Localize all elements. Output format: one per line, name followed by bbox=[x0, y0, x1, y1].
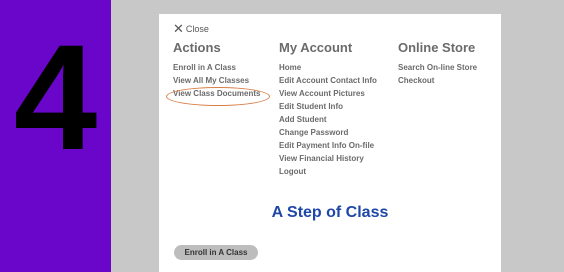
menu-item-edit-account-contact-info[interactable]: Edit Account Contact Info bbox=[279, 74, 377, 87]
menu-item-change-password[interactable]: Change Password bbox=[279, 126, 377, 139]
close-button[interactable]: ✕ Close bbox=[173, 21, 209, 36]
background-strip bbox=[111, 0, 564, 9]
menu-item-home[interactable]: Home bbox=[279, 61, 377, 74]
close-icon: ✕ bbox=[173, 21, 184, 36]
actions-heading: Actions bbox=[173, 40, 221, 55]
my-account-heading: My Account bbox=[279, 40, 353, 55]
menu-item-add-student[interactable]: Add Student bbox=[279, 113, 377, 126]
close-label: Close bbox=[185, 24, 209, 34]
menu-item-view-class-documents[interactable]: View Class Documents bbox=[173, 87, 260, 100]
menu-item-checkout[interactable]: Checkout bbox=[398, 74, 477, 87]
actions-column: Actions Enroll in A Class View All My Cl… bbox=[173, 40, 260, 100]
menu-card: ✕ Close Actions Enroll in A Class View A… bbox=[159, 14, 501, 272]
my-account-column: My Account Home Edit Account Contact Inf… bbox=[279, 40, 377, 178]
step-panel: 4 bbox=[0, 0, 111, 272]
menu-item-view-all-my-classes[interactable]: View All My Classes bbox=[173, 74, 260, 87]
menu-item-view-account-pictures[interactable]: View Account Pictures bbox=[279, 87, 377, 100]
menu-item-edit-student-info[interactable]: Edit Student Info bbox=[279, 100, 377, 113]
page-title: A Step of Class bbox=[271, 204, 389, 221]
menu-item-edit-payment-info[interactable]: Edit Payment Info On-file bbox=[279, 139, 377, 152]
enroll-in-a-class-button[interactable]: Enroll in A Class bbox=[174, 245, 258, 260]
step-number: 4 bbox=[13, 13, 98, 181]
menu-item-search-online-store[interactable]: Search On-line Store bbox=[398, 61, 477, 74]
online-store-heading: Online Store bbox=[398, 40, 476, 55]
menu-item-logout[interactable]: Logout bbox=[279, 165, 377, 178]
menu-item-view-financial-history[interactable]: View Financial History bbox=[279, 152, 377, 165]
menu-item-enroll-in-a-class[interactable]: Enroll in A Class bbox=[173, 61, 260, 74]
online-store-column: Online Store Search On-line Store Checko… bbox=[398, 40, 477, 87]
